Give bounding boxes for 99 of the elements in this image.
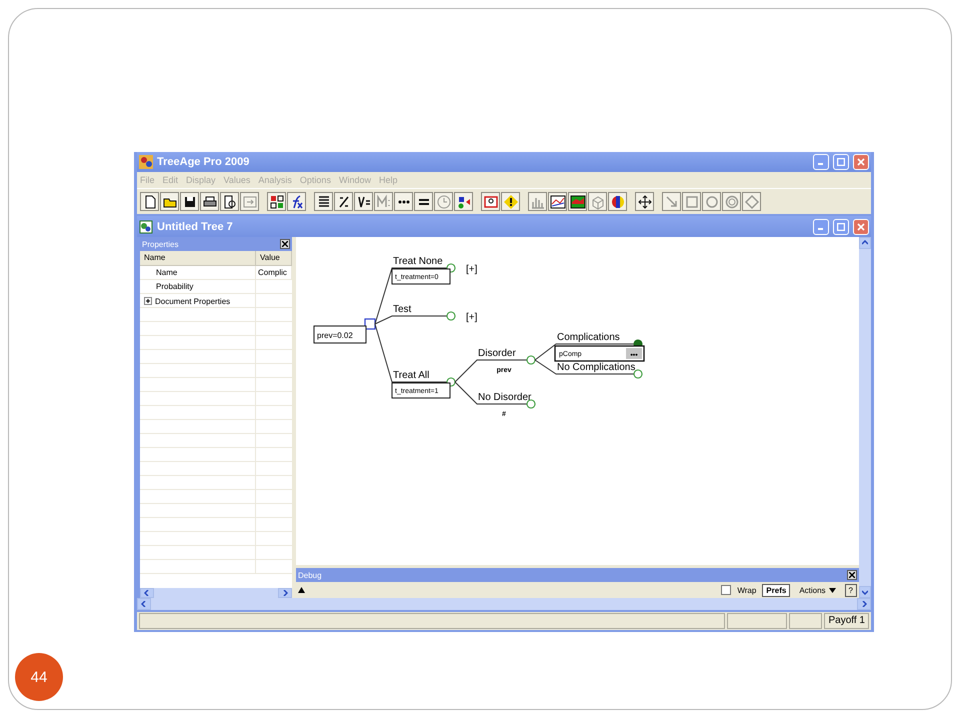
- branch-label[interactable]: Complications: [557, 332, 620, 343]
- toolbar-button[interactable]: [354, 192, 373, 211]
- chance-node[interactable]: [526, 355, 536, 365]
- branch-label[interactable]: Test: [393, 304, 412, 315]
- property-value: Complic: [256, 266, 292, 279]
- status-pane: [788, 613, 822, 629]
- area-chart-icon: [570, 194, 586, 210]
- column-header[interactable]: Value: [256, 251, 292, 265]
- minimize-button[interactable]: [813, 218, 829, 234]
- branch-label[interactable]: Treat None: [393, 256, 443, 267]
- toolbar-button[interactable]: [267, 192, 286, 211]
- horizontal-scrollbar[interactable]: [140, 588, 292, 598]
- toolbar-button[interactable]: [501, 192, 520, 211]
- toolbar-button[interactable]: [314, 192, 333, 211]
- toolbar-button[interactable]: [180, 192, 199, 211]
- maximize-button[interactable]: [833, 218, 849, 234]
- close-icon: [282, 241, 288, 247]
- maximize-button[interactable]: [833, 154, 849, 170]
- move-icon: [636, 194, 652, 210]
- collapsed-subtree-mark[interactable]: [+]: [466, 312, 478, 323]
- panel-title: Properties: [142, 240, 178, 248]
- toolbar-button[interactable]: [568, 192, 587, 211]
- toolbar-button[interactable]: [548, 192, 567, 211]
- toolbar-button[interactable]: [635, 192, 654, 211]
- preview-icon: [222, 194, 238, 210]
- color-wheel-icon: [610, 194, 626, 210]
- tree-document-icon: [139, 220, 153, 234]
- ellipsis-icon: [398, 200, 410, 204]
- menu-button[interactable]: Actions: [796, 584, 839, 596]
- close-icon: [849, 572, 855, 578]
- toolbar-button[interactable]: [481, 192, 500, 211]
- toolbar-button[interactable]: [200, 192, 219, 211]
- close-icon: [857, 222, 865, 230]
- window-title: TreeAge Pro 2009: [157, 156, 250, 168]
- minimize-button[interactable]: [813, 154, 829, 170]
- up-arrow-icon[interactable]: [298, 587, 305, 593]
- scroll-down-button[interactable]: [859, 586, 871, 598]
- arrow-icon: [664, 194, 680, 210]
- decision-node[interactable]: [364, 318, 376, 330]
- wrap-checkbox[interactable]: [721, 585, 732, 595]
- status-pane: [727, 613, 787, 629]
- circle-icon: [704, 194, 720, 210]
- branch-label[interactable]: Disorder: [478, 348, 516, 359]
- branch-label[interactable]: Treat All: [393, 370, 430, 381]
- formula-box: prev=0.02: [314, 326, 366, 344]
- ring-icon: [724, 194, 740, 210]
- collapsed-subtree-mark[interactable]: [+]: [466, 264, 478, 275]
- clock-icon: [436, 194, 452, 210]
- maximize-icon: [837, 222, 845, 230]
- close-button[interactable]: [853, 154, 869, 170]
- grid-icon: [268, 194, 284, 210]
- close-document-button[interactable]: [853, 218, 869, 234]
- scroll-left-button[interactable]: [137, 598, 151, 610]
- scroll-right-button[interactable]: [278, 588, 292, 598]
- warning-icon: [502, 194, 518, 210]
- slide-number: 44: [15, 653, 63, 701]
- status-pane: Payoff 1: [824, 613, 869, 629]
- document-title: Untitled Tree 7: [157, 220, 234, 232]
- toolbar-button[interactable]: [140, 192, 159, 211]
- line-chart-icon: [550, 194, 566, 210]
- expand-icon[interactable]: [144, 296, 152, 304]
- checkbox-label: Wrap: [737, 586, 756, 594]
- property-name: Name: [140, 266, 256, 279]
- scroll-up-button[interactable]: [859, 237, 871, 249]
- property-name: Probability: [140, 280, 256, 293]
- chance-node[interactable]: [526, 399, 536, 409]
- toolbar-button[interactable]: [394, 192, 413, 211]
- toolbar-button[interactable]: [414, 192, 433, 211]
- close-panel-button[interactable]: [847, 570, 857, 580]
- toolbar-button[interactable]: [160, 192, 179, 211]
- toolbar-button[interactable]: [454, 192, 473, 211]
- close-panel-button[interactable]: [280, 239, 290, 249]
- chance-node[interactable]: [633, 369, 643, 379]
- horizontal-scrollbar[interactable]: [137, 598, 871, 610]
- diamond-icon: [744, 194, 760, 210]
- export-icon: [242, 194, 258, 210]
- prefs-button[interactable]: Prefs: [762, 584, 790, 596]
- branch-label[interactable]: No Disorder: [478, 392, 532, 403]
- scroll-left-button[interactable]: [140, 588, 154, 598]
- branch-label[interactable]: No Complications: [557, 362, 636, 373]
- printer-icon: [202, 194, 218, 210]
- markov-icon: [376, 194, 392, 210]
- caret-icon: [828, 588, 836, 592]
- chance-node[interactable]: [446, 311, 456, 321]
- help-button[interactable]: ?: [844, 584, 857, 596]
- toolbar-button[interactable]: [220, 192, 239, 211]
- vertical-scrollbar[interactable]: [859, 237, 871, 598]
- app-logo-icon: [139, 155, 153, 169]
- toolbar-button[interactable]: [287, 192, 306, 211]
- toolbar-button[interactable]: [334, 192, 353, 211]
- maximize-icon: [837, 158, 845, 166]
- scroll-right-button[interactable]: [857, 598, 871, 610]
- square-icon: [684, 194, 700, 210]
- panel-title: Debug: [298, 570, 322, 580]
- cube-icon: [590, 194, 606, 210]
- toolbar-button[interactable]: [608, 192, 627, 211]
- close-icon: [857, 158, 865, 166]
- property-name: Document Properties: [155, 296, 230, 306]
- column-header[interactable]: Name: [140, 251, 256, 265]
